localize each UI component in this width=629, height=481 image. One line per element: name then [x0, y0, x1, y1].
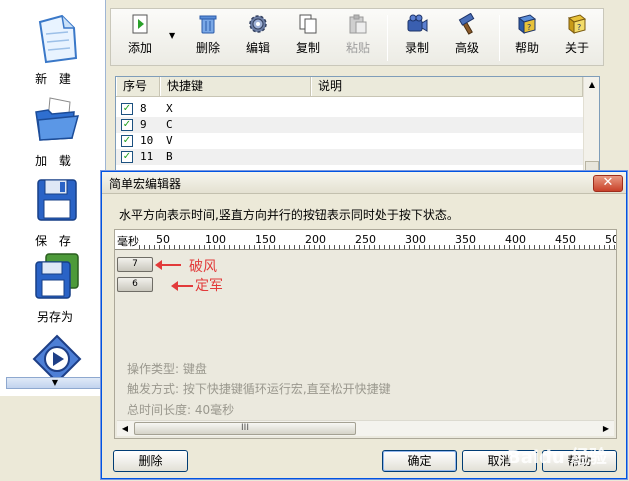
list-item[interactable]: ✓ 9 C	[116, 117, 583, 133]
annotation-arrow	[171, 281, 193, 291]
sidebar-item-save[interactable]: 保 存	[10, 174, 100, 254]
camera-icon	[407, 14, 428, 32]
toolbar-separator	[387, 15, 388, 61]
delete-button-label: 删除	[195, 41, 220, 55]
column-header-description[interactable]: 说明	[311, 77, 583, 96]
copy-button[interactable]: 复制	[285, 13, 331, 63]
list-item[interactable]: ✓ 10 V	[116, 133, 583, 149]
copy-button-label: 复制	[295, 41, 320, 55]
row-checkbox[interactable]: ✓	[121, 151, 133, 163]
ok-button[interactable]: 确定	[382, 450, 457, 472]
operation-type-text: 操作类型: 键盘	[127, 362, 207, 376]
row-checkbox[interactable]: ✓	[121, 119, 133, 131]
advanced-button[interactable]: 高级	[444, 13, 490, 63]
help-book-icon: ?	[517, 14, 537, 35]
dialog-description: 水平方向表示时间,竖直方向并行的按钮表示同时处于按下状态。	[119, 208, 459, 222]
sidebar-item-run[interactable]	[10, 334, 100, 414]
add-dropdown-arrow[interactable]: ▼	[169, 31, 179, 40]
save-disk-icon	[37, 179, 77, 221]
scroll-thumb[interactable]: III	[134, 422, 356, 435]
annotation-label: 破风	[189, 259, 217, 275]
svg-text:?: ?	[527, 23, 531, 32]
scroll-right-arrow[interactable]: ▶	[600, 423, 612, 435]
add-button[interactable]: 添加	[117, 13, 163, 63]
row-hotkey: B	[166, 150, 173, 163]
help-dialog-button[interactable]: 帮助	[542, 450, 617, 472]
paste-icon	[349, 14, 367, 34]
row-checkbox[interactable]: ✓	[121, 103, 133, 115]
scroll-left-arrow[interactable]: ◀	[119, 423, 131, 435]
row-hotkey: V	[166, 134, 173, 147]
key-event-bar[interactable]: 6	[117, 277, 153, 292]
record-button-label: 录制	[404, 41, 429, 55]
trigger-mode-text: 触发方式: 按下快捷键循环运行宏,直至松开快捷键	[127, 382, 391, 396]
ruler-unit: 毫秒	[117, 235, 139, 248]
advanced-button-label: 高级	[454, 41, 479, 55]
row-hotkey: X	[166, 102, 173, 115]
annotation-label: 定军	[195, 278, 223, 294]
row-number: 8	[140, 102, 147, 115]
row-number: 10	[140, 134, 154, 147]
close-button[interactable]: ✕	[593, 175, 623, 192]
list-vertical-scrollbar[interactable]: ▲	[583, 77, 599, 175]
sidebar-item-label: 保 存	[35, 234, 75, 248]
new-document-icon	[38, 14, 78, 64]
macro-editor-dialog: 简单宏编辑器 ✕ 水平方向表示时间,竖直方向并行的按钮表示同时处于按下状态。 毫…	[101, 171, 627, 479]
paste-button[interactable]: 粘贴	[335, 13, 381, 63]
column-header-hotkey[interactable]: 快捷键	[160, 77, 311, 96]
about-button[interactable]: ? 关于	[554, 13, 600, 63]
add-button-label: 添加	[127, 41, 152, 55]
toolbar-separator	[499, 15, 500, 61]
key-event-bar[interactable]: 7	[117, 257, 153, 272]
delete-key-button[interactable]: 删除	[113, 450, 188, 472]
edit-button-label: 编辑	[245, 41, 270, 55]
time-ruler: 毫秒 50 100 150 200 250 300 350 400 450 50	[115, 230, 616, 250]
row-number: 9	[140, 118, 147, 131]
sidebar-scroll-down-button[interactable]: ▼	[6, 377, 104, 389]
list-header: 序号 快捷键 说明	[116, 77, 583, 97]
total-duration-text: 总时间长度: 40毫秒	[127, 403, 235, 417]
row-hotkey: C	[166, 118, 173, 131]
gear-icon	[249, 15, 267, 33]
list-item[interactable]: ✓ 11 B	[116, 149, 583, 165]
paste-button-label: 粘贴	[345, 41, 370, 55]
svg-text:?: ?	[577, 23, 581, 32]
copy-icon	[299, 14, 317, 34]
timeline-canvas[interactable]: 毫秒 50 100 150 200 250 300 350 400 450 50…	[114, 229, 617, 439]
sidebar-item-save-as[interactable]: 另存为	[10, 250, 100, 330]
about-icon: ?	[567, 14, 587, 35]
open-folder-icon	[35, 97, 80, 141]
record-button[interactable]: 录制	[394, 13, 440, 63]
dialog-title: 简单宏编辑器	[109, 177, 182, 191]
timeline-horizontal-scrollbar[interactable]: ◀ III ▶	[117, 420, 614, 436]
sidebar-item-label: 另存为	[36, 310, 73, 324]
about-button-label: 关于	[564, 41, 589, 55]
list-item[interactable]: ✓ 8 X	[116, 101, 583, 117]
sidebar: 新 建 加 载 保 存 另存为 ▼	[0, 0, 106, 396]
ruler-ticks	[139, 245, 616, 249]
sidebar-item-label: 新 建	[35, 72, 75, 86]
annotation-arrow	[155, 260, 181, 270]
dialog-title-bar[interactable]: 简单宏编辑器 ✕	[102, 172, 626, 194]
row-number: 11	[140, 150, 154, 163]
edit-button[interactable]: 编辑	[235, 13, 281, 63]
trash-icon	[199, 15, 217, 34]
column-header-number[interactable]: 序号	[116, 77, 160, 96]
sidebar-item-label: 加 载	[35, 154, 75, 168]
hammer-icon	[458, 13, 475, 35]
scroll-up-arrow[interactable]: ▲	[586, 79, 598, 91]
help-button-label: 帮助	[514, 41, 539, 55]
toolbar: 添加 ▼ 删除 编辑 复制 粘贴 录制 高级 ? 帮助 ? 关于	[110, 8, 604, 66]
delete-button[interactable]: 删除	[185, 13, 231, 63]
macro-list: 序号 快捷键 说明 ✓ 8 X ✓ 9 C ✓ 10 V ✓ 11 B ▲	[115, 76, 600, 176]
help-button[interactable]: ? 帮助	[504, 13, 550, 63]
sidebar-item-load[interactable]: 加 载	[10, 94, 100, 174]
sidebar-item-new[interactable]: 新 建	[10, 12, 100, 92]
add-document-icon	[132, 14, 148, 34]
cancel-button[interactable]: 取消	[462, 450, 537, 472]
row-checkbox[interactable]: ✓	[121, 135, 133, 147]
save-as-disk-icon	[35, 253, 79, 299]
